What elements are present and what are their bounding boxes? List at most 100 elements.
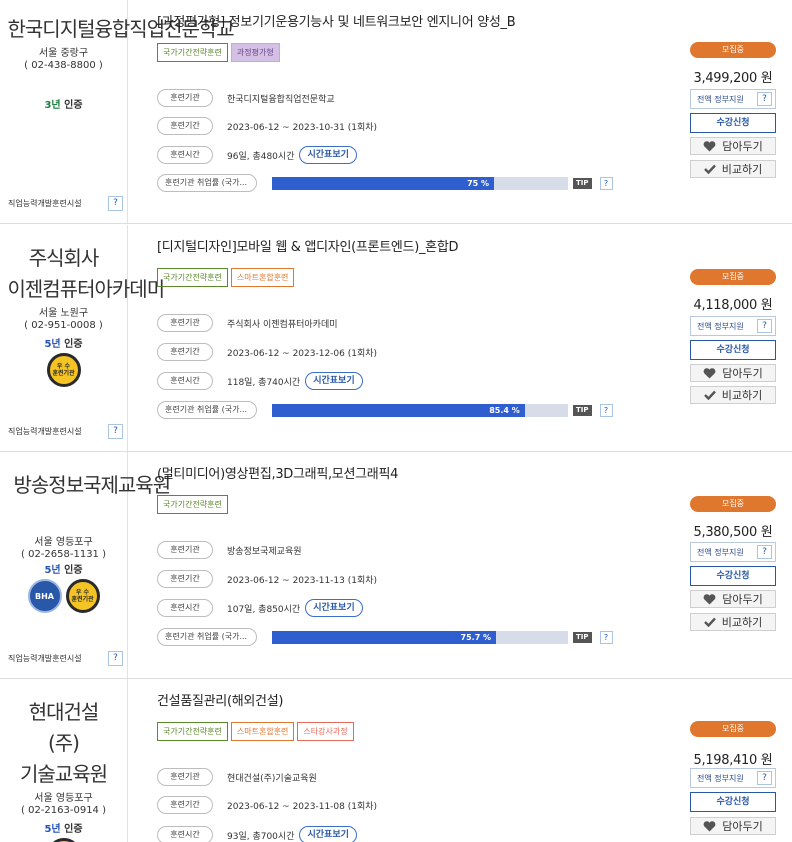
government-support-button[interactable]: 전액 정부지원?	[690, 542, 776, 562]
tag-national-strategy: 국가기간전략훈련	[157, 268, 228, 287]
hours-label: 훈련시간	[157, 372, 213, 390]
institution-name[interactable]: 방송정보국제교육원	[14, 470, 172, 501]
tip-button[interactable]: TIP	[573, 177, 592, 189]
tag-star-instructor: 스타강사과정	[297, 722, 354, 741]
period-label: 훈련기간	[157, 343, 213, 361]
period-value: 2023-06-12 ~ 2023-11-13 (1회차)	[227, 575, 378, 586]
tag-course-evaluation: 과정평가형	[230, 43, 280, 62]
apply-button[interactable]: 수강신청	[690, 340, 776, 360]
employment-label: 훈련기관 취업률 (국가...	[157, 401, 257, 419]
course-price: 4,118,000 원	[693, 298, 773, 313]
institution-location: 서울 영등포구	[34, 537, 93, 548]
course-title[interactable]: 건설품질관리(해외건설)	[157, 690, 283, 709]
course-tags: 국가기간전략훈련 스마트혼합훈련	[157, 268, 295, 287]
check-icon	[703, 617, 716, 627]
question-icon[interactable]: ?	[757, 319, 772, 333]
status-badge: 모집중	[690, 269, 776, 285]
period-row: 훈련기간 2023-06-12 ~ 2023-11-08 (1회차)	[157, 795, 377, 815]
course-info: [과정평가형] 정보기기운용기능사 및 네트워크보안 엔지니어 양성_B 국가기…	[157, 0, 677, 223]
course-price: 5,380,500 원	[693, 525, 773, 540]
period-row: 훈련기간 2023-06-12 ~ 2023-12-06 (1회차)	[157, 342, 377, 362]
question-icon[interactable]: ?	[599, 630, 613, 644]
certification-badges: 우 수 훈련기관	[0, 353, 127, 387]
government-support-button[interactable]: 전액 정부지원?	[690, 316, 776, 336]
apply-button[interactable]: 수강신청	[690, 566, 776, 586]
org-value: 주식회사 이젠컴퓨터아카데미	[227, 319, 338, 330]
employment-rate-fill: 75 %	[272, 176, 494, 190]
hours-label: 훈련시간	[157, 146, 213, 164]
course-card: 현대건설(주)기술교육원 서울 영등포구 ( 02-2163-0914 ) 5년…	[0, 679, 792, 842]
period-label: 훈련기간	[157, 570, 213, 588]
apply-button[interactable]: 수강신청	[690, 792, 776, 812]
certification-years: 5년 인증	[44, 565, 83, 576]
org-value: 한국디지털융합직업전문학교	[227, 94, 335, 105]
question-icon[interactable]: ?	[599, 176, 613, 190]
org-label: 훈련기관	[157, 768, 213, 786]
wishlist-button[interactable]: 담아두기	[690, 590, 776, 608]
question-icon[interactable]: ?	[108, 424, 123, 439]
government-support-button[interactable]: 전액 정부지원?	[690, 768, 776, 788]
org-row: 훈련기관 주식회사 이젠컴퓨터아카데미	[157, 313, 338, 333]
tag-national-strategy: 국가기간전략훈련	[157, 43, 228, 62]
employment-label: 훈련기관 취업률 (국가...	[157, 628, 257, 646]
timetable-button[interactable]: 시간표보기	[305, 599, 363, 617]
employment-rate-fill: 85.4 %	[272, 403, 525, 417]
org-row: 훈련기관 방송정보국제교육원	[157, 540, 302, 560]
timetable-button[interactable]: 시간표보기	[299, 826, 357, 842]
course-card: 한국디지털융합직업전문학교 서울 중랑구 ( 02-438-8800 ) 3년 …	[0, 0, 792, 224]
hours-value: 118일, 총740시간	[227, 377, 301, 388]
timetable-button[interactable]: 시간표보기	[305, 372, 363, 390]
question-icon[interactable]: ?	[757, 545, 772, 559]
tag-smart-blended: 스마트혼합훈련	[230, 268, 295, 287]
institution-name[interactable]: 현대건설(주)기술교육원	[16, 697, 112, 790]
question-icon[interactable]: ?	[757, 771, 772, 785]
apply-button[interactable]: 수강신청	[690, 113, 776, 133]
institution-panel: 방송정보국제교육원 서울 영등포구 ( 02-2658-1131 ) 5년 인증…	[0, 452, 172, 678]
institution-name[interactable]: 한국디지털융합직업전문학교	[8, 14, 235, 45]
hours-label: 훈련시간	[157, 599, 213, 617]
vocational-facility-label: 직업능력개발훈련시설	[8, 654, 82, 663]
course-info: (멀티미디어)영상편집,3D그래픽,모션그래픽4 국가기간전략훈련 훈련기관 방…	[157, 452, 677, 678]
institution-name[interactable]: 주식회사 이젠컴퓨터아카데미	[8, 243, 166, 305]
institution-location: 서울 영등포구	[34, 793, 93, 804]
heart-icon	[703, 593, 716, 604]
vocational-facility-label: 직업능력개발훈련시설	[8, 199, 82, 208]
employment-row: 훈련기관 취업률 (국가... 85.4 % TIP ?	[157, 400, 613, 420]
course-price: 3,499,200 원	[693, 71, 773, 86]
tag-national-strategy: 국가기간전략훈련	[157, 722, 228, 741]
certification-years: 3년 인증	[44, 100, 83, 111]
course-title[interactable]: [과정평가형] 정보기기운용기능사 및 네트워크보안 엔지니어 양성_B	[157, 11, 516, 30]
hours-value: 107일, 총850시간	[227, 604, 301, 615]
period-row: 훈련기간 2023-06-12 ~ 2023-10-31 (1회차)	[157, 116, 377, 136]
wishlist-button[interactable]: 담아두기	[690, 137, 776, 155]
course-info: [디지털디자인]모바일 웹 & 앱디자인(프론트엔드)_혼합D 국가기간전략훈련…	[157, 225, 677, 451]
course-tags: 국가기간전략훈련 스마트혼합훈련 스타강사과정	[157, 722, 354, 741]
institution-phone: ( 02-438-8800 )	[24, 60, 103, 71]
hours-label: 훈련시간	[157, 826, 213, 842]
course-title[interactable]: [디지털디자인]모바일 웹 & 앱디자인(프론트엔드)_혼합D	[157, 236, 459, 255]
period-label: 훈련기간	[157, 117, 213, 135]
period-value: 2023-06-12 ~ 2023-11-08 (1회차)	[227, 801, 378, 812]
question-icon[interactable]: ?	[757, 92, 772, 106]
org-row: 훈련기관 현대건설(주)기술교육원	[157, 767, 317, 787]
compare-button[interactable]: 비교하기	[690, 613, 776, 631]
institution-location: 서울 중랑구	[38, 48, 89, 59]
compare-button[interactable]: 비교하기	[690, 160, 776, 178]
compare-button[interactable]: 비교하기	[690, 386, 776, 404]
org-label: 훈련기관	[157, 89, 213, 107]
wishlist-button[interactable]: 담아두기	[690, 364, 776, 382]
institution-location: 서울 노원구	[38, 308, 89, 319]
question-icon[interactable]: ?	[108, 651, 123, 666]
timetable-button[interactable]: 시간표보기	[299, 146, 357, 164]
course-tags: 국가기간전략훈련 과정평가형	[157, 43, 280, 62]
hours-value: 96일, 총480시간	[227, 151, 295, 162]
hours-row: 훈련시간 93일, 총700시간 시간표보기	[157, 825, 357, 842]
tip-button[interactable]: TIP	[573, 404, 592, 416]
question-icon[interactable]: ?	[108, 196, 123, 211]
employment-row: 훈련기관 취업률 (국가... 75 % TIP ?	[157, 173, 613, 193]
question-icon[interactable]: ?	[599, 403, 613, 417]
government-support-button[interactable]: 전액 정부지원?	[690, 89, 776, 109]
wishlist-button[interactable]: 담아두기	[690, 817, 776, 835]
tip-button[interactable]: TIP	[573, 631, 592, 643]
course-title[interactable]: (멀티미디어)영상편집,3D그래픽,모션그래픽4	[157, 463, 398, 482]
